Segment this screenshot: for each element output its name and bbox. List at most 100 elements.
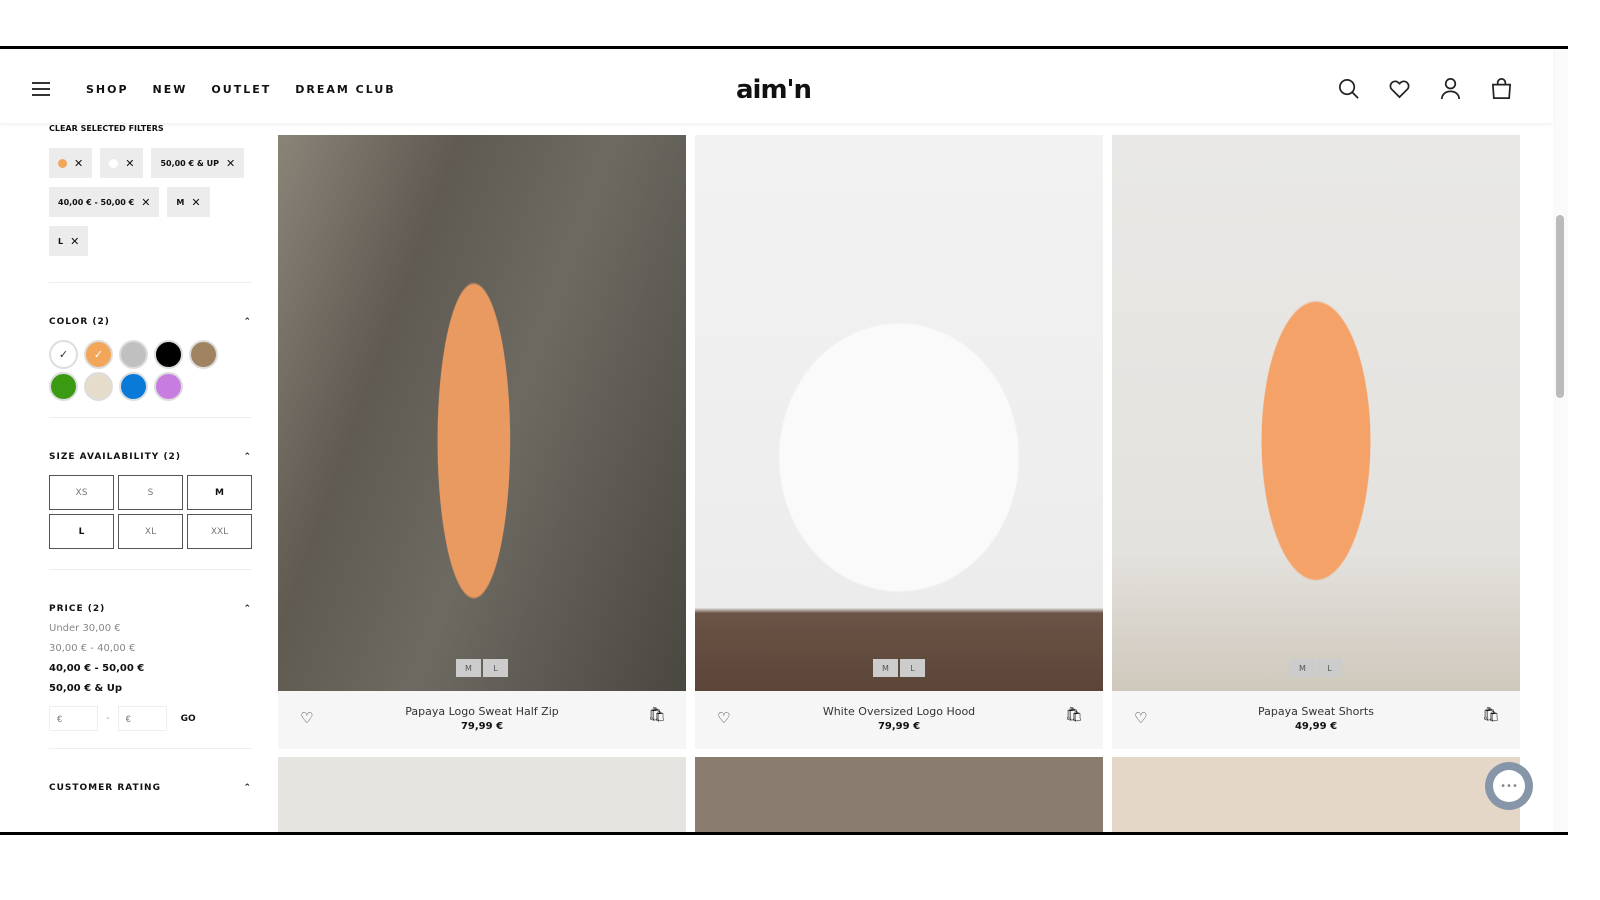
chip-label: 40,00 € - 50,00 €: [58, 197, 135, 207]
menu-icon[interactable]: [32, 82, 50, 96]
product-grid: ML ♡ Papaya Logo Sweat Half Zip 79,99 € 🛍 M L…: [278, 135, 1520, 832]
add-to-bag-icon[interactable]: 🛍: [1065, 707, 1083, 723]
remove-icon[interactable]: ✕: [226, 157, 235, 170]
remove-icon[interactable]: ✕: [125, 157, 134, 170]
color-swatch[interactable]: [119, 372, 148, 401]
product-name[interactable]: Papaya Logo Sweat Half Zip: [278, 705, 686, 718]
logo[interactable]: aim'n: [736, 75, 812, 105]
color-swatch[interactable]: [154, 372, 183, 401]
size-tag: M: [873, 659, 898, 677]
color-swatch[interactable]: ✓: [84, 340, 113, 369]
nav-dream-club[interactable]: DREAM CLUB: [295, 83, 395, 96]
active-filter-chip[interactable]: ✕: [49, 148, 93, 178]
active-filter-chip[interactable]: 50,00 € & UP ✕: [151, 148, 245, 178]
scrollbar[interactable]: [1553, 49, 1568, 832]
remove-icon[interactable]: ✕: [74, 157, 83, 170]
price-option[interactable]: 30,00 € - 40,00 €: [49, 643, 252, 654]
active-filter-chip[interactable]: M ✕: [167, 187, 210, 217]
account-icon[interactable]: [1439, 77, 1462, 100]
color-swatch[interactable]: [154, 340, 183, 369]
price-option[interactable]: Under 30,00 €: [49, 623, 252, 634]
price-filter-header[interactable]: PRICE (2) ⌃: [49, 604, 252, 614]
search-icon[interactable]: [1337, 77, 1360, 100]
product-image[interactable]: ML: [1112, 135, 1520, 691]
product-image[interactable]: ML: [695, 135, 1103, 691]
chip-label: 50,00 € & UP: [160, 158, 219, 168]
color-swatch[interactable]: [119, 340, 148, 369]
check-icon: ✓: [93, 348, 104, 361]
size-tag: L: [1317, 659, 1342, 677]
size-filter-title: SIZE AVAILABILITY (2): [49, 452, 181, 462]
color-dot: [58, 158, 67, 168]
remove-icon[interactable]: ✕: [141, 196, 150, 209]
product-card[interactable]: [695, 757, 1103, 832]
product-card[interactable]: ML ♡ Papaya Sweat Shorts 49,99 € 🛍: [1112, 135, 1520, 749]
size-option[interactable]: XS: [49, 475, 114, 510]
chevron-up-icon[interactable]: ⌃: [243, 783, 252, 793]
browser-viewport: SHOP NEW OUTLET DREAM CLUB aim'n CLEAR S…: [0, 46, 1568, 835]
color-swatch[interactable]: ✓: [49, 340, 78, 369]
size-tag: M: [1290, 659, 1315, 677]
rating-filter-title: CUSTOMER RATING: [49, 783, 161, 793]
cart-icon[interactable]: [1490, 77, 1513, 100]
price-option[interactable]: 40,00 € - 50,00 €: [49, 663, 252, 674]
chevron-up-icon[interactable]: ⌃: [243, 452, 252, 462]
wishlist-heart-icon[interactable]: ♡: [300, 709, 313, 727]
nav-new[interactable]: NEW: [153, 83, 188, 96]
size-tag: L: [900, 659, 925, 677]
price-min-input[interactable]: [49, 706, 98, 731]
product-card[interactable]: ML ♡ White Oversized Logo Hood 79,99 € 🛍: [695, 135, 1103, 749]
size-tag: M: [456, 659, 481, 677]
size-tag: L: [483, 659, 508, 677]
color-filter-title: COLOR (2): [49, 317, 110, 327]
size-option[interactable]: L: [49, 514, 114, 549]
color-dot: [109, 158, 119, 168]
product-price: 49,99 €: [1294, 721, 1338, 732]
product-card[interactable]: [1112, 757, 1520, 832]
main-nav: SHOP NEW OUTLET DREAM CLUB: [86, 83, 396, 96]
size-option[interactable]: S: [118, 475, 183, 510]
rating-filter-header[interactable]: CUSTOMER RATING ⌃: [49, 783, 252, 793]
color-swatch[interactable]: [189, 340, 218, 369]
remove-icon[interactable]: ✕: [70, 235, 79, 248]
color-filter-header[interactable]: COLOR (2) ⌃: [49, 317, 252, 327]
size-option[interactable]: XXL: [187, 514, 252, 549]
price-go-button[interactable]: GO: [181, 714, 196, 724]
clear-filters-link[interactable]: CLEAR SELECTED FILTERS: [49, 124, 252, 133]
chat-button[interactable]: •••: [1485, 762, 1533, 810]
product-image[interactable]: ML: [278, 135, 686, 691]
color-swatch[interactable]: [49, 372, 78, 401]
product-name[interactable]: White Oversized Logo Hood: [695, 705, 1103, 718]
color-swatch[interactable]: [84, 372, 113, 401]
price-filter-title: PRICE (2): [49, 604, 106, 614]
heart-icon[interactable]: [1388, 77, 1411, 100]
chevron-up-icon[interactable]: ⌃: [243, 317, 252, 327]
chip-label: L: [58, 236, 64, 246]
active-filter-chip[interactable]: L ✕: [49, 226, 89, 256]
chip-label: M: [176, 197, 185, 207]
nav-outlet[interactable]: OUTLET: [211, 83, 271, 96]
product-card[interactable]: ML ♡ Papaya Logo Sweat Half Zip 79,99 € 🛍: [278, 135, 686, 749]
add-to-bag-icon[interactable]: 🛍: [1482, 707, 1500, 723]
price-option[interactable]: 50,00 € & Up: [49, 683, 252, 694]
product-price: 79,99 €: [877, 721, 921, 732]
size-filter-header[interactable]: SIZE AVAILABILITY (2) ⌃: [49, 452, 252, 462]
product-price: 79,99 €: [460, 721, 504, 732]
product-card[interactable]: [278, 757, 686, 832]
chat-icon: •••: [1493, 770, 1525, 802]
nav-shop[interactable]: SHOP: [86, 83, 129, 96]
size-option[interactable]: M: [187, 475, 252, 510]
active-filter-chip[interactable]: 40,00 € - 50,00 € ✕: [49, 187, 160, 217]
site-header: SHOP NEW OUTLET DREAM CLUB aim'n: [0, 49, 1553, 123]
remove-icon[interactable]: ✕: [191, 196, 200, 209]
wishlist-heart-icon[interactable]: ♡: [717, 709, 730, 727]
product-name[interactable]: Papaya Sweat Shorts: [1112, 705, 1520, 718]
size-option[interactable]: XL: [118, 514, 183, 549]
active-filter-chip[interactable]: ✕: [100, 148, 144, 178]
scrollbar-thumb[interactable]: [1556, 215, 1564, 398]
add-to-bag-icon[interactable]: 🛍: [648, 707, 666, 723]
price-max-input[interactable]: [117, 706, 167, 731]
wishlist-heart-icon[interactable]: ♡: [1134, 709, 1147, 727]
check-icon: ✓: [58, 348, 69, 361]
chevron-up-icon[interactable]: ⌃: [243, 604, 252, 614]
